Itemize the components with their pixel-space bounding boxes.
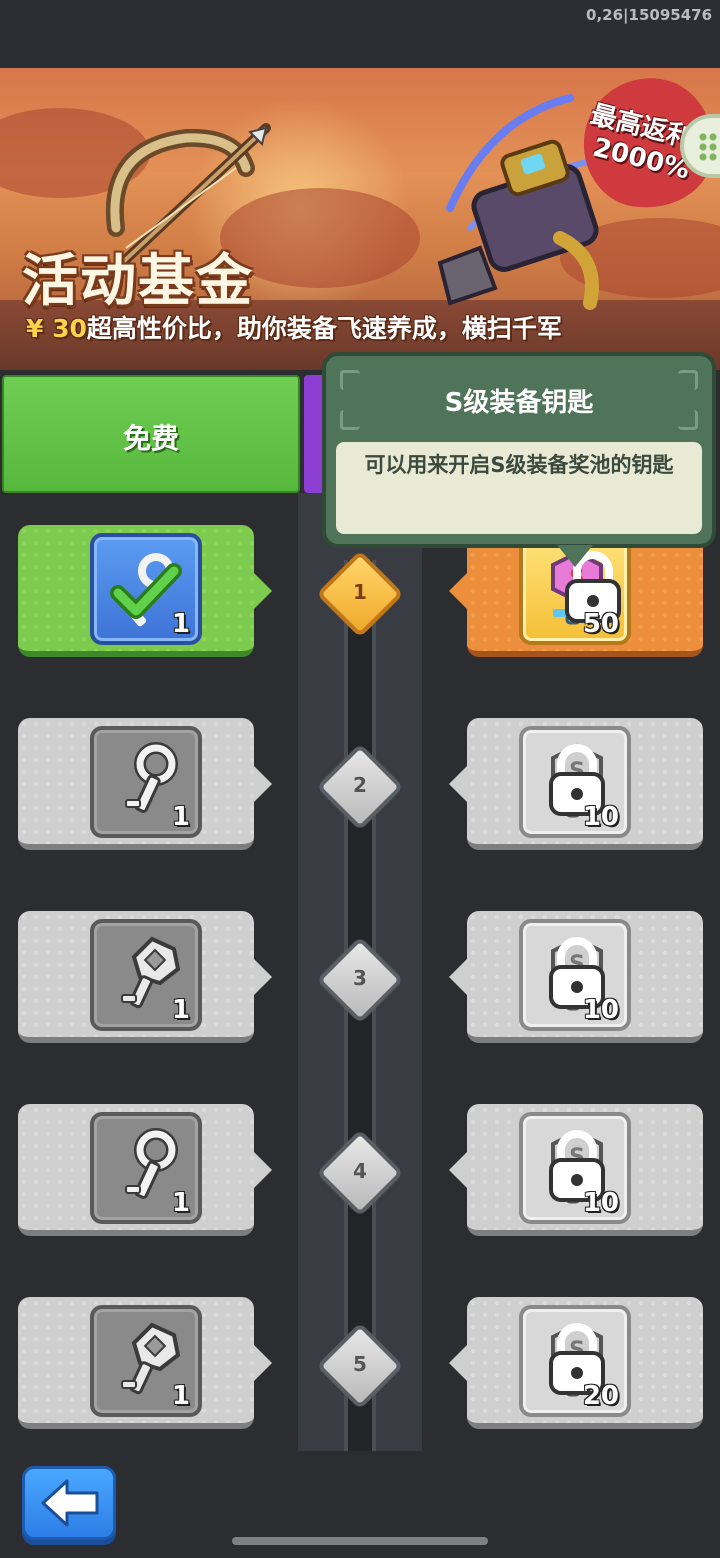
paid-reward-card-4[interactable]: S 10: [449, 1104, 703, 1236]
free-reward-card-1[interactable]: 1: [18, 525, 272, 657]
free-reward-card-3[interactable]: 1: [18, 911, 272, 1043]
free-reward-card-4[interactable]: 1: [18, 1104, 272, 1236]
reward-quantity: 1: [171, 802, 190, 832]
banner-title: 活动基金: [22, 249, 254, 314]
reward-quantity: 10: [582, 995, 619, 1025]
back-button[interactable]: [22, 1466, 116, 1540]
reward-slot: S 20: [519, 1305, 631, 1417]
reward-slot: 1: [90, 1305, 202, 1417]
free-reward-card-2[interactable]: 1: [18, 718, 272, 850]
free-reward-card-5[interactable]: 1: [18, 1297, 272, 1429]
banner-subtitle-text: 超高性价比，助你装备飞速养成，横扫千军: [86, 314, 562, 343]
reward-slot: 1: [90, 1112, 202, 1224]
level-number: 4: [353, 1159, 367, 1183]
reward-quantity: 10: [582, 1188, 619, 1218]
reward-quantity: 50: [582, 609, 619, 639]
reward-quantity: 1: [171, 1381, 190, 1411]
reward-slot: 1: [90, 919, 202, 1031]
tab-free[interactable]: 免费: [2, 375, 300, 493]
fund-price: ¥ 30: [26, 314, 87, 343]
paid-reward-card-3[interactable]: S 10: [449, 911, 703, 1043]
banner-subtitle: ¥ 30超高性价比，助你装备飞速养成，横扫千军: [26, 309, 562, 345]
level-number: 3: [353, 966, 367, 990]
reward-slot: S 10: [519, 726, 631, 838]
reward-quantity: 1: [171, 1188, 190, 1218]
item-tooltip: S级装备钥匙 可以用来开启S级装备奖池的钥匙: [322, 352, 716, 548]
reward-slot: 1: [90, 726, 202, 838]
paid-reward-card-2[interactable]: S 10: [449, 718, 703, 850]
reward-slot: S 10: [519, 1112, 631, 1224]
fund-banner: 活动基金 ¥ 30超高性价比，助你装备飞速养成，横扫千军 最高返利 2000%: [0, 68, 720, 370]
paid-reward-card-5[interactable]: S 20: [449, 1297, 703, 1429]
reward-quantity: 1: [171, 609, 190, 639]
level-number: 5: [353, 1352, 367, 1376]
tooltip-description: 可以用来开启S级装备奖池的钥匙: [336, 442, 702, 534]
back-arrow-icon: [41, 1479, 99, 1527]
grid-dots-icon: [698, 132, 718, 162]
tab-free-label: 免费: [122, 422, 179, 455]
tooltip-pointer: [557, 545, 593, 567]
reward-quantity: 10: [582, 802, 619, 832]
status-bar: 0,26|15095476: [0, 0, 720, 68]
build-id-text: 0,26|15095476: [586, 6, 712, 24]
home-indicator[interactable]: [232, 1537, 488, 1545]
reward-quantity: 1: [171, 995, 190, 1025]
reward-slot: S 10: [519, 919, 631, 1031]
tooltip-title: S级装备钥匙: [444, 388, 594, 418]
reward-quantity: 20: [582, 1381, 619, 1411]
level-number: 2: [353, 773, 367, 797]
level-number: 1: [353, 580, 367, 604]
reward-slot: 1: [90, 533, 202, 645]
